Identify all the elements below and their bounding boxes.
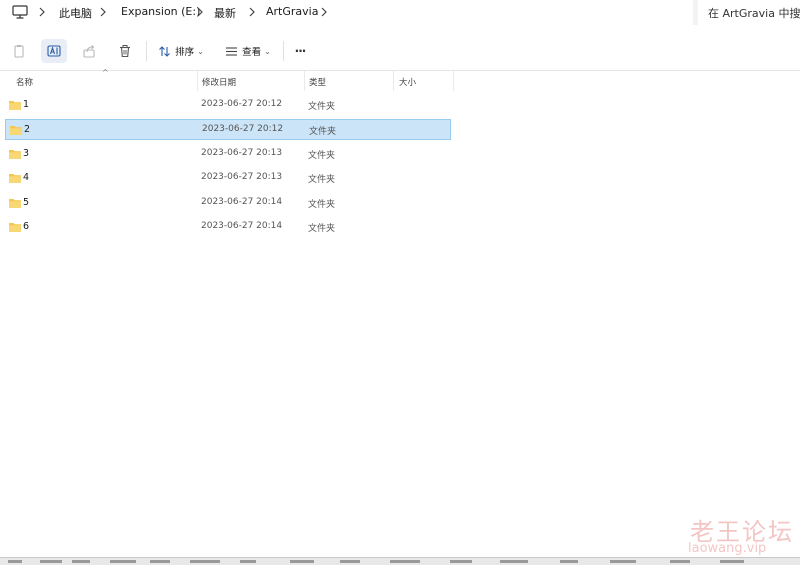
taskbar-item[interactable] xyxy=(450,560,472,563)
table-row[interactable]: 5 2023-06-27 20:14 文件夹 xyxy=(5,193,451,214)
column-divider[interactable] xyxy=(393,71,394,91)
view-button[interactable]: 查看 ⌄ xyxy=(219,39,277,63)
taskbar-item[interactable] xyxy=(240,560,256,563)
chevron-down-icon: ⌄ xyxy=(264,46,271,56)
folder-icon xyxy=(9,223,21,232)
taskbar-item[interactable] xyxy=(190,560,220,563)
delete-button[interactable] xyxy=(112,39,138,63)
clipboard-icon xyxy=(14,45,24,58)
breadcrumb-latest[interactable]: 最新 xyxy=(214,5,236,21)
chevron-right-icon[interactable] xyxy=(196,6,204,18)
file-name: 2 xyxy=(24,124,31,135)
file-name: 5 xyxy=(23,197,30,208)
column-header-modified[interactable]: 修改日期 xyxy=(202,76,236,88)
file-type: 文件夹 xyxy=(308,200,336,210)
more-options-button[interactable]: ··· xyxy=(289,39,311,63)
taskbar-item[interactable] xyxy=(720,560,744,563)
search-box[interactable]: 在 ArtGravia 中搜索 xyxy=(698,0,800,25)
file-name: 3 xyxy=(23,148,30,159)
file-type: 文件夹 xyxy=(308,102,336,112)
taskbar-item[interactable] xyxy=(390,560,420,563)
folder-icon xyxy=(10,126,22,135)
file-type: 文件夹 xyxy=(308,224,336,234)
share-button[interactable] xyxy=(76,39,102,63)
column-divider[interactable] xyxy=(197,71,198,91)
file-type: 文件夹 xyxy=(308,175,336,185)
address-area: 此电脑 Expansion (E:) 最新 ArtGravia 在 ArtGra… xyxy=(0,0,800,25)
rename-button[interactable] xyxy=(41,39,67,63)
file-type: 文件夹 xyxy=(309,127,337,137)
sort-icon xyxy=(159,45,171,57)
table-row[interactable]: 6 2023-06-27 20:14 文件夹 xyxy=(5,217,451,238)
toolbar-divider xyxy=(146,41,147,61)
taskbar-item[interactable] xyxy=(110,560,136,563)
taskbar-item[interactable] xyxy=(72,560,90,563)
chevron-right-icon[interactable] xyxy=(99,6,107,18)
column-header-type[interactable]: 类型 xyxy=(309,76,326,88)
sort-ascending-icon: ^ xyxy=(102,68,109,77)
toolbar-divider xyxy=(283,41,284,61)
file-modified: 2023-06-27 20:12 xyxy=(201,99,283,109)
taskbar-item[interactable] xyxy=(340,560,360,563)
file-name: 6 xyxy=(23,221,30,232)
column-header-name[interactable]: 名称 xyxy=(16,76,33,88)
chevron-down-icon: ⌄ xyxy=(197,46,204,56)
file-modified: 2023-06-27 20:12 xyxy=(202,124,284,134)
column-header-row: ^ 名称 修改日期 类型 大小 xyxy=(0,68,455,91)
breadcrumb-this-pc[interactable]: 此电脑 xyxy=(59,5,92,21)
rename-icon xyxy=(47,45,61,57)
breadcrumb-drive[interactable]: Expansion (E:) xyxy=(121,5,200,18)
taskbar-item[interactable] xyxy=(40,560,62,563)
taskbar-item[interactable] xyxy=(610,560,636,563)
folder-icon xyxy=(9,174,21,183)
search-placeholder: 在 ArtGravia 中搜索 xyxy=(708,7,800,20)
command-bar: 排序 ⌄ 查看 ⌄ ··· xyxy=(0,31,800,71)
file-name: 1 xyxy=(23,99,30,110)
more-icon: ··· xyxy=(294,44,307,58)
file-modified: 2023-06-27 20:13 xyxy=(201,148,283,158)
watermark-url: laowang.vip xyxy=(688,541,767,556)
taskbar-item[interactable] xyxy=(500,560,528,563)
view-label: 查看 xyxy=(242,47,262,58)
file-name: 4 xyxy=(23,172,30,183)
sort-label: 排序 xyxy=(175,47,195,58)
computer-icon[interactable] xyxy=(12,5,28,19)
column-header-size[interactable]: 大小 xyxy=(399,76,416,88)
column-divider[interactable] xyxy=(304,71,305,91)
table-row[interactable]: 3 2023-06-27 20:13 文件夹 xyxy=(5,144,451,165)
file-type: 文件夹 xyxy=(308,151,336,161)
folder-icon xyxy=(9,150,21,159)
column-divider[interactable] xyxy=(453,71,454,91)
table-row[interactable]: 2 2023-06-27 20:12 文件夹 xyxy=(5,119,451,140)
share-icon xyxy=(83,45,95,58)
table-row[interactable]: 1 2023-06-27 20:12 文件夹 xyxy=(5,95,451,116)
view-icon xyxy=(226,46,238,56)
trash-icon xyxy=(120,45,130,58)
breadcrumb-artgravia[interactable]: ArtGravia xyxy=(266,5,318,18)
chevron-right-icon[interactable] xyxy=(320,6,328,18)
file-modified: 2023-06-27 20:13 xyxy=(201,172,283,182)
folder-icon xyxy=(9,199,21,208)
taskbar-item[interactable] xyxy=(670,560,690,563)
folder-icon xyxy=(9,101,21,110)
table-row[interactable]: 4 2023-06-27 20:13 文件夹 xyxy=(5,168,451,189)
address-bar[interactable]: 此电脑 Expansion (E:) 最新 ArtGravia xyxy=(0,0,693,25)
chevron-right-icon[interactable] xyxy=(38,6,46,18)
file-modified: 2023-06-27 20:14 xyxy=(201,221,283,231)
taskbar-item[interactable] xyxy=(290,560,314,563)
copy-button[interactable] xyxy=(6,39,32,63)
chevron-right-icon[interactable] xyxy=(248,6,256,18)
taskbar-item[interactable] xyxy=(8,560,22,563)
file-modified: 2023-06-27 20:14 xyxy=(201,197,283,207)
taskbar-item[interactable] xyxy=(150,560,170,563)
taskbar-item[interactable] xyxy=(560,560,578,563)
sort-button[interactable]: 排序 ⌄ xyxy=(152,39,210,63)
